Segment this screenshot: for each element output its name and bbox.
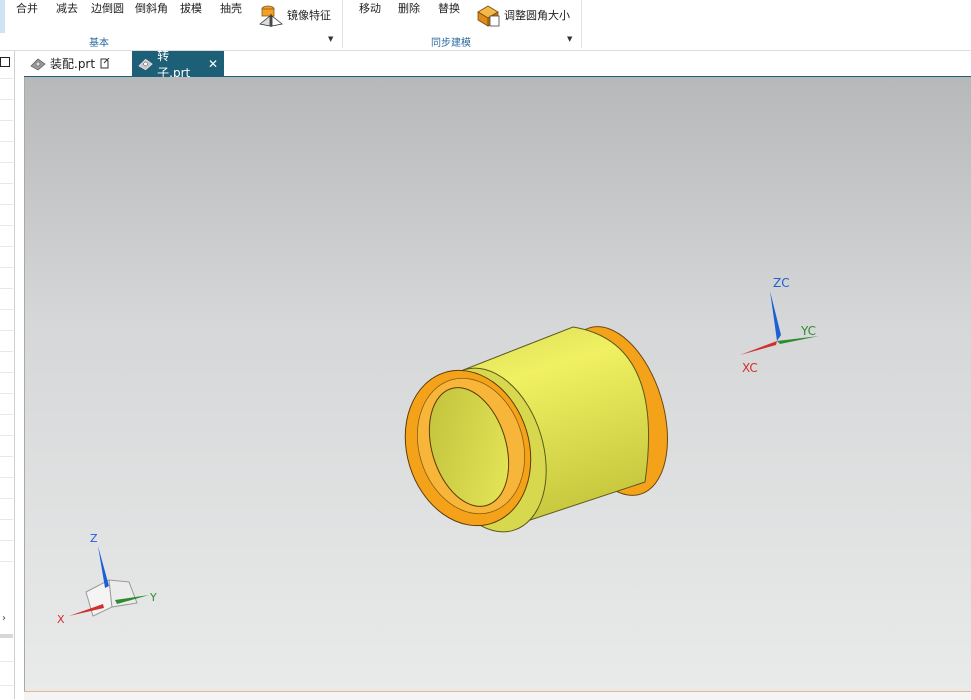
- resize-blend-icon: [477, 5, 500, 27]
- panel-row-divider: [0, 141, 13, 142]
- panel-row-divider: [0, 351, 13, 352]
- group-separator: [581, 0, 582, 48]
- panel-row-divider: [0, 99, 13, 100]
- draft-button[interactable]: 拔模: [180, 0, 202, 16]
- resize-blend-button[interactable]: 调整圆角大小: [475, 0, 570, 30]
- zc-label: ZC: [773, 276, 790, 290]
- tab-assembly-prt[interactable]: 装配.prt: [24, 51, 128, 76]
- wcs-triad[interactable]: ZC YC XC: [740, 276, 819, 375]
- zc-arrow: [770, 291, 781, 341]
- sync-group-dropdown-icon[interactable]: ▼: [567, 35, 572, 43]
- panel-row-divider: [0, 561, 13, 562]
- panel-row-divider: [0, 456, 13, 457]
- group-separator: [342, 0, 343, 48]
- close-icon[interactable]: ✕: [208, 57, 218, 71]
- panel-row-divider: [0, 498, 13, 499]
- maximize-icon[interactable]: [0, 57, 10, 67]
- graphics-viewport[interactable]: ZC YC XC Z Y X: [24, 77, 971, 691]
- ribbon-left-accent: [0, 0, 5, 33]
- panel-row-divider: [0, 685, 13, 686]
- panel-scrollbar[interactable]: [0, 634, 13, 638]
- replace-face-button[interactable]: 替换: [438, 0, 460, 16]
- basic-group-label: 基本: [89, 38, 109, 49]
- assembly-part-icon: [30, 58, 46, 70]
- mirror-feature-icon: [259, 5, 283, 27]
- shell-button[interactable]: 抽壳: [220, 0, 242, 16]
- y-label: Y: [149, 591, 157, 604]
- panel-row-divider: [0, 204, 13, 205]
- panel-row-divider: [0, 477, 13, 478]
- delete-face-button[interactable]: 删除: [398, 0, 420, 16]
- tab-rotor-label: 转子.prt: [157, 48, 191, 80]
- view-triad[interactable]: Z Y X: [57, 532, 157, 626]
- xc-label: XC: [742, 361, 758, 375]
- panel-row-divider: [0, 309, 13, 310]
- panel-row-divider: [0, 372, 13, 373]
- z-arrow: [98, 546, 109, 588]
- panel-row-divider: [0, 183, 13, 184]
- subtract-button[interactable]: 减去: [56, 0, 78, 16]
- tab-assembly-label: 装配.prt: [50, 57, 96, 71]
- chamfer-button[interactable]: 倒斜角: [135, 0, 168, 16]
- resize-blend-label: 调整圆角大小: [504, 9, 570, 22]
- yc-label: YC: [800, 324, 816, 338]
- z-label: Z: [90, 532, 98, 545]
- mirror-feature-label: 镜像特征: [287, 9, 331, 22]
- panel-row-divider: [0, 78, 13, 79]
- unite-button[interactable]: 合并: [16, 0, 38, 16]
- sync-group-label: 同步建模: [431, 38, 471, 49]
- expand-panel-chevron-icon[interactable]: ›: [2, 613, 6, 624]
- panel-row-divider: [0, 393, 13, 394]
- mirror-feature-button[interactable]: 镜像特征: [258, 0, 331, 30]
- panel-row-divider: [0, 288, 13, 289]
- panel-row-divider: [0, 519, 13, 520]
- edge-blend-button[interactable]: 边倒圆: [91, 0, 124, 16]
- viewport-canvas: ZC YC XC Z Y X: [57, 276, 819, 626]
- panel-row-divider: [0, 414, 13, 415]
- part-navigator-panel: ›: [0, 51, 15, 699]
- x-label: X: [57, 613, 65, 626]
- panel-row-divider: [0, 225, 13, 226]
- document-tab-bar: 装配.prt 转子.prt ✕: [24, 49, 971, 80]
- tab-rotor-prt[interactable]: 转子.prt ✕: [132, 49, 224, 80]
- triad-cube-side: [108, 579, 138, 608]
- panel-row-divider: [0, 267, 13, 268]
- basic-group-dropdown-icon[interactable]: ▼: [328, 35, 333, 43]
- rotor-cylinder-model[interactable]: [387, 314, 687, 546]
- xc-arrow: [740, 341, 777, 355]
- ribbon-toolbar: 合并 减去 边倒圆 倒斜角 拔模 抽壳 镜像特征 基本 ▼ 移动 删除 替换 调…: [0, 0, 971, 51]
- panel-row-divider: [0, 246, 13, 247]
- panel-row-divider: [0, 661, 13, 662]
- panel-row-divider: [0, 540, 13, 541]
- panel-row-divider: [0, 330, 13, 331]
- panel-row-divider: [0, 435, 13, 436]
- panel-row-divider: [0, 162, 13, 163]
- part-icon: [138, 58, 153, 70]
- panel-row-divider: [0, 120, 13, 121]
- modified-doc-icon: [100, 58, 110, 69]
- move-face-button[interactable]: 移动: [359, 0, 381, 16]
